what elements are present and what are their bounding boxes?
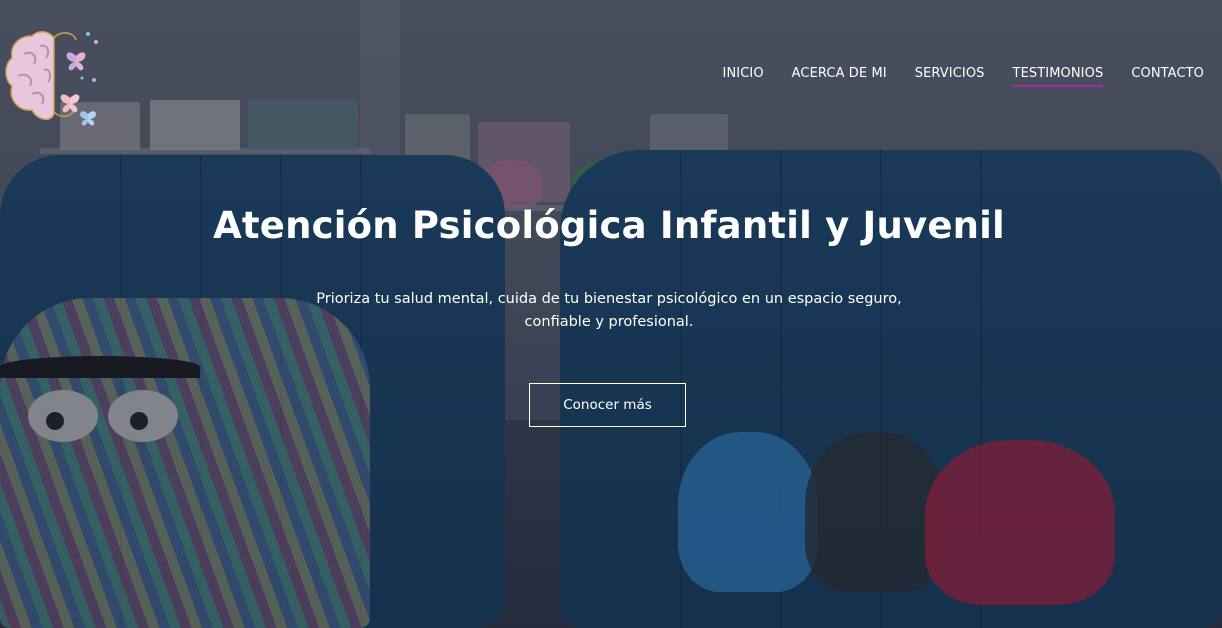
main-nav: INICIO ACERCA DE MI SERVICIOS TESTIMONIO…: [709, 66, 1218, 87]
nav-item-acerca-de-mi[interactable]: ACERCA DE MI: [778, 66, 901, 87]
nav-item-testimonios[interactable]: TESTIMONIOS: [999, 66, 1118, 87]
nav-item-contacto[interactable]: CONTACTO: [1117, 66, 1218, 87]
nav-item-servicios[interactable]: SERVICIOS: [901, 66, 999, 87]
hero-subtitle-line2: confiable y profesional.: [524, 314, 694, 330]
hero-section: INICIO ACERCA DE MI SERVICIOS TESTIMONIO…: [0, 0, 1222, 628]
conocer-mas-button[interactable]: Conocer más: [529, 383, 686, 427]
brain-butterflies-icon: [5, 31, 98, 126]
hero-subtitle-line1: Prioriza tu salud mental, cuida de tu bi…: [316, 291, 902, 307]
hero-title: Atención Psicológica Infantil y Juvenil: [213, 204, 1005, 247]
logo[interactable]: [4, 24, 104, 130]
nav-item-inicio[interactable]: INICIO: [709, 66, 778, 87]
hero-subtitle: Prioriza tu salud mental, cuida de tu bi…: [300, 288, 918, 334]
